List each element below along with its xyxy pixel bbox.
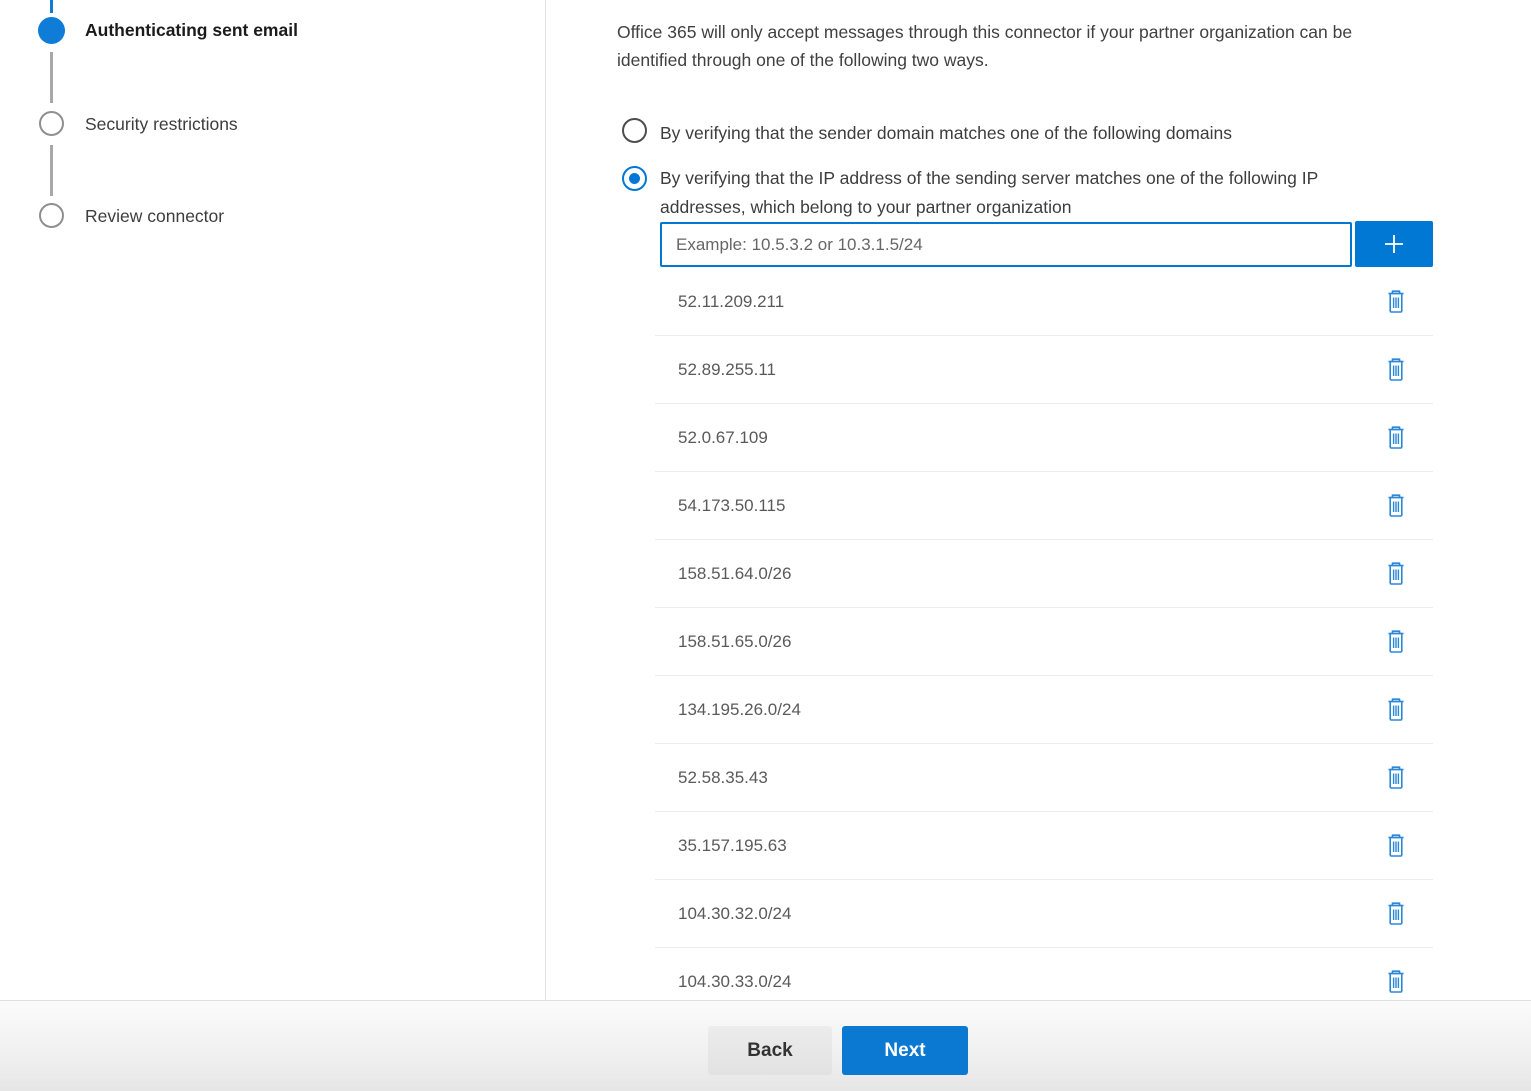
ip-list: 52.11.209.211 52.89.255.11 <box>655 268 1433 1016</box>
ip-value: 158.51.64.0/26 <box>655 564 791 584</box>
step-connector <box>50 52 53 103</box>
ip-value: 35.157.195.63 <box>655 836 787 856</box>
ip-value: 52.0.67.109 <box>655 428 768 448</box>
trash-icon <box>1385 833 1407 859</box>
delete-ip-button[interactable] <box>1381 559 1411 589</box>
trash-icon <box>1385 901 1407 927</box>
ip-value: 54.173.50.115 <box>655 496 785 516</box>
radio-ip-address[interactable] <box>622 166 647 191</box>
ip-value: 158.51.65.0/26 <box>655 632 791 652</box>
ip-list-row: 52.11.209.211 <box>655 268 1433 336</box>
plus-icon <box>1379 229 1409 259</box>
trash-icon <box>1385 357 1407 383</box>
wizard-footer: Back Next <box>0 1000 1531 1091</box>
ip-value: 104.30.32.0/24 <box>655 904 791 924</box>
delete-ip-button[interactable] <box>1381 491 1411 521</box>
add-ip-button[interactable] <box>1355 221 1433 267</box>
delete-ip-button[interactable] <box>1381 627 1411 657</box>
ip-list-row: 54.173.50.115 <box>655 472 1433 540</box>
intro-text: Office 365 will only accept messages thr… <box>617 18 1352 74</box>
back-button[interactable]: Back <box>708 1026 832 1075</box>
radio-ip-address-label[interactable]: By verifying that the IP address of the … <box>660 164 1490 222</box>
intro-line-1: Office 365 will only accept messages thr… <box>617 18 1352 46</box>
ip-list-row: 52.58.35.43 <box>655 744 1433 812</box>
sidebar-item-security-restrictions: Security restrictions <box>85 114 238 135</box>
ip-address-input[interactable] <box>660 222 1352 267</box>
ip-list-row: 52.0.67.109 <box>655 404 1433 472</box>
trash-icon <box>1385 425 1407 451</box>
intro-line-2: identified through one of the following … <box>617 46 1352 74</box>
next-button[interactable]: Next <box>842 1026 968 1075</box>
step-indicator-review-connector <box>39 203 64 228</box>
ip-list-row: 52.89.255.11 <box>655 336 1433 404</box>
delete-ip-button[interactable] <box>1381 287 1411 317</box>
delete-ip-button[interactable] <box>1381 423 1411 453</box>
radio-sender-domain[interactable] <box>622 118 647 143</box>
delete-ip-button[interactable] <box>1381 355 1411 385</box>
step-connector <box>50 145 53 196</box>
ip-list-row: 134.195.26.0/24 <box>655 676 1433 744</box>
step-indicator-authenticating-sent-email <box>38 17 65 44</box>
ip-value: 134.195.26.0/24 <box>655 700 801 720</box>
ip-value: 104.30.33.0/24 <box>655 972 791 992</box>
sidebar-divider <box>545 0 546 1000</box>
trash-icon <box>1385 765 1407 791</box>
delete-ip-button[interactable] <box>1381 763 1411 793</box>
trash-icon <box>1385 561 1407 587</box>
step-indicator-security-restrictions <box>39 111 64 136</box>
ip-list-row: 158.51.65.0/26 <box>655 608 1433 676</box>
trash-icon <box>1385 969 1407 995</box>
trash-icon <box>1385 697 1407 723</box>
trash-icon <box>1385 493 1407 519</box>
ip-list-row: 158.51.64.0/26 <box>655 540 1433 608</box>
step-connector-completed <box>50 0 53 13</box>
sidebar-item-review-connector: Review connector <box>85 206 224 227</box>
delete-ip-button[interactable] <box>1381 695 1411 725</box>
delete-ip-button[interactable] <box>1381 831 1411 861</box>
ip-list-row: 104.30.32.0/24 <box>655 880 1433 948</box>
ip-value: 52.58.35.43 <box>655 768 768 788</box>
delete-ip-button[interactable] <box>1381 899 1411 929</box>
radio-ip-address-label-line-1: By verifying that the IP address of the … <box>660 164 1490 193</box>
connector-wizard-content: Authenticating sent email Security restr… <box>0 0 1531 1000</box>
ip-value: 52.11.209.211 <box>655 292 784 312</box>
trash-icon <box>1385 289 1407 315</box>
radio-sender-domain-label[interactable]: By verifying that the sender domain matc… <box>660 119 1232 148</box>
delete-ip-button[interactable] <box>1381 967 1411 997</box>
ip-value: 52.89.255.11 <box>655 360 776 380</box>
radio-ip-address-label-line-2: addresses, which belong to your partner … <box>660 193 1490 222</box>
ip-list-row: 35.157.195.63 <box>655 812 1433 880</box>
trash-icon <box>1385 629 1407 655</box>
sidebar-item-authenticating-sent-email: Authenticating sent email <box>85 20 298 41</box>
